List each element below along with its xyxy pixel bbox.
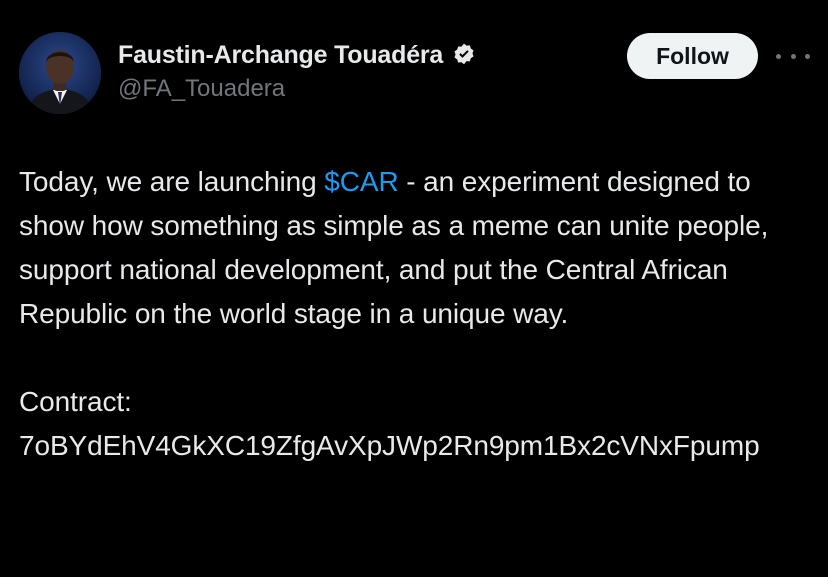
author-handle[interactable]: @FA_Touadera xyxy=(118,75,285,103)
more-dot xyxy=(805,53,810,59)
verified-badge-icon xyxy=(454,43,474,65)
cashtag-link[interactable]: $CAR xyxy=(324,166,398,197)
follow-button[interactable]: Follow xyxy=(627,33,758,79)
more-options-icon[interactable] xyxy=(776,44,810,68)
tweet-paragraph: Today, we are launching $CAR - an experi… xyxy=(19,160,819,336)
profile-photo-avatar xyxy=(19,32,101,114)
author-name-row: Faustin-Archange Touadéra xyxy=(118,38,477,72)
tweet-text: Today, we are launching $CAR - an experi… xyxy=(19,160,819,468)
more-dot xyxy=(776,53,781,59)
avatar[interactable] xyxy=(19,32,101,114)
contract-label: Contract: xyxy=(19,386,132,417)
author-display-name[interactable]: Faustin-Archange Touadéra xyxy=(118,41,443,70)
more-dot xyxy=(790,53,796,59)
contract-address: 7oBYdEhV4GkXC19ZfgAvXpJWp2Rn9pm1Bx2cVNxF… xyxy=(19,430,760,461)
tweet-text-start: Today, we are launching xyxy=(19,166,325,197)
